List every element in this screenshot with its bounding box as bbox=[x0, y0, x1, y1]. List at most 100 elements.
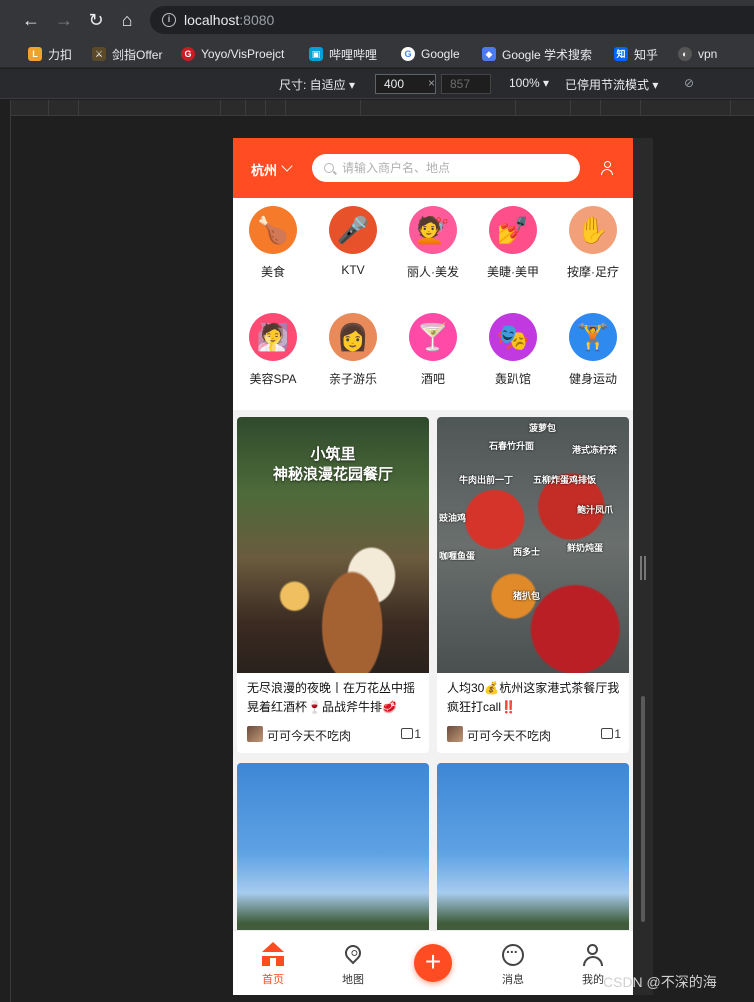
thumbs-up-icon bbox=[401, 728, 414, 739]
tab-home[interactable]: 首页 bbox=[233, 931, 313, 995]
image-tag: 牛肉出前一丁 bbox=[459, 475, 514, 485]
cocktail-icon: 🍸 bbox=[409, 313, 457, 361]
image-tag: 五柳炸蛋鸡排饭 bbox=[533, 475, 597, 485]
category-label: 美容SPA bbox=[249, 372, 297, 386]
like-button[interactable]: 1 bbox=[401, 727, 421, 741]
nail-polish-icon: 💅 bbox=[489, 206, 537, 254]
category-label: 亲子游乐 bbox=[328, 372, 377, 386]
bookmark-google[interactable]: G Google bbox=[401, 45, 460, 63]
post-image: 小筑里 神秘浪漫花园餐厅 bbox=[237, 417, 429, 673]
thumbs-up-icon bbox=[601, 728, 614, 739]
category-label: 美食 bbox=[260, 265, 285, 279]
image-tag: 咖喱鱼蛋 bbox=[439, 551, 476, 561]
rotate-icon[interactable]: ⊘ bbox=[684, 76, 694, 90]
post-title: 人均30💰杭州这家港式茶餐厅我疯狂打call‼️ bbox=[447, 681, 620, 714]
post-image: 菠萝包 石春竹升面 港式冻柠茶 牛肉出前一丁 五柳炸蛋鸡排饭 豉油鸡 鲍汁凤爪 … bbox=[437, 417, 629, 673]
resize-handle[interactable] bbox=[640, 556, 646, 580]
category-bar[interactable]: 🍸 酒吧 bbox=[393, 305, 473, 395]
bookmark-zhihu[interactable]: 知知乎 bbox=[614, 45, 658, 63]
city-selector[interactable]: 杭州 bbox=[251, 160, 277, 179]
site-info-icon[interactable]: i bbox=[162, 13, 176, 27]
viewport-height-input[interactable]: 857 bbox=[441, 74, 491, 94]
scholar-icon: ◆ bbox=[482, 47, 496, 61]
ruler bbox=[10, 100, 754, 116]
post-author: 可可今天不吃肉 bbox=[467, 729, 552, 743]
image-tag: 西多士 bbox=[513, 547, 541, 557]
category-food[interactable]: 🍗 美食 bbox=[233, 198, 313, 288]
plus-icon[interactable]: + bbox=[414, 944, 452, 982]
post-image bbox=[437, 763, 629, 930]
zhihu-icon: 知 bbox=[614, 47, 628, 61]
bilibili-icon: ▣ bbox=[309, 47, 323, 61]
bottom-tab-bar: 首页 地图 + 消息 我的 bbox=[233, 930, 633, 995]
bookmark-offer[interactable]: ⚔ 剑指Offer bbox=[92, 45, 162, 63]
app-header: 杭州 bbox=[233, 138, 633, 198]
tab-messages[interactable]: 消息 bbox=[473, 931, 553, 995]
mother-child-icon: 👩 bbox=[329, 313, 377, 361]
like-count: 1 bbox=[414, 727, 421, 741]
bookmark-leetcode[interactable]: L 力扣 bbox=[28, 45, 72, 63]
bookmark-vpn[interactable]: ◐ vpn bbox=[678, 45, 717, 63]
search-box[interactable] bbox=[312, 154, 580, 182]
hand-massage-icon: ✋ bbox=[569, 206, 617, 254]
person-icon bbox=[582, 944, 604, 966]
back-icon[interactable]: ← bbox=[20, 9, 42, 31]
search-icon bbox=[324, 163, 334, 173]
bookmark-bilibili[interactable]: ▣ 哔哩哔哩 bbox=[309, 45, 377, 63]
like-count: 1 bbox=[614, 727, 621, 741]
post-card[interactable] bbox=[437, 763, 629, 930]
forward-icon[interactable]: → bbox=[53, 9, 75, 31]
category-label: 酒吧 bbox=[420, 372, 445, 386]
zoom-dropdown[interactable]: 100% ▾ bbox=[509, 76, 549, 90]
map-pin-icon bbox=[341, 941, 365, 965]
category-label: 按摩·足疗 bbox=[567, 265, 619, 279]
image-tag: 鲜奶炖蛋 bbox=[567, 543, 604, 553]
category-ktv[interactable]: 🎤 KTV bbox=[313, 198, 393, 288]
search-input[interactable] bbox=[342, 158, 572, 178]
post-card[interactable] bbox=[237, 763, 429, 930]
bookmark-scholar[interactable]: ◆ Google 学术搜索 bbox=[482, 45, 592, 63]
tab-publish[interactable]: + bbox=[393, 931, 473, 995]
canvas-divider bbox=[10, 100, 11, 1002]
post-feed: 小筑里 神秘浪漫花园餐厅 无尽浪漫的夜晚丨在万花丛中摇晃着红酒杯🍷品战斧牛排🥩 可… bbox=[233, 410, 633, 930]
woman-hair-icon: 💇 bbox=[409, 206, 457, 254]
vpn-icon: ◐ bbox=[678, 47, 692, 61]
post-card[interactable]: 小筑里 神秘浪漫花园餐厅 无尽浪漫的夜晚丨在万花丛中摇晃着红酒杯🍷品战斧牛排🥩 可… bbox=[237, 417, 429, 753]
like-button[interactable]: 1 bbox=[601, 727, 621, 741]
avatar bbox=[247, 726, 263, 742]
user-icon[interactable] bbox=[601, 161, 613, 175]
chevron-down-icon[interactable] bbox=[281, 160, 293, 172]
microphone-icon: 🎤 bbox=[329, 206, 377, 254]
tab-label: 消息 bbox=[502, 974, 524, 986]
image-tag: 猪扒包 bbox=[513, 591, 541, 601]
category-massage[interactable]: ✋ 按摩·足疗 bbox=[553, 198, 633, 288]
category-party-hall[interactable]: 🎭 轰趴馆 bbox=[473, 305, 553, 395]
category-family-fun[interactable]: 👩 亲子游乐 bbox=[313, 305, 393, 395]
tab-label: 地图 bbox=[342, 974, 364, 986]
address-bar[interactable]: i localhost:8080 bbox=[150, 6, 754, 34]
tab-map[interactable]: 地图 bbox=[313, 931, 393, 995]
home-browser-icon[interactable]: ⌂ bbox=[116, 9, 138, 31]
post-title: 无尽浪漫的夜晚丨在万花丛中摇晃着红酒杯🍷品战斧牛排🥩 bbox=[247, 681, 416, 714]
dimensions-dropdown[interactable]: 尺寸: 自适应 ▾ bbox=[279, 76, 355, 93]
throttle-dropdown[interactable]: 已停用节流模式 ▾ bbox=[565, 76, 658, 93]
scrollbar-thumb[interactable] bbox=[641, 696, 645, 922]
image-tag: 豉油鸡 bbox=[439, 513, 467, 523]
bookmarks-bar: L 力扣 ⚔ 剑指Offer G Yoyo/VisProejct ▣ 哔哩哔哩 G Goo… bbox=[0, 40, 754, 68]
category-label: 美睫·美甲 bbox=[487, 265, 539, 279]
category-label: 健身运动 bbox=[568, 372, 617, 386]
avatar bbox=[447, 726, 463, 742]
category-lash-nail[interactable]: 💅 美睫·美甲 bbox=[473, 198, 553, 288]
post-image bbox=[237, 763, 429, 930]
url-text: localhost:8080 bbox=[184, 12, 275, 28]
reload-icon[interactable]: ↻ bbox=[85, 9, 107, 31]
category-label: 轰趴馆 bbox=[494, 372, 531, 386]
category-fitness[interactable]: 🏋 健身运动 bbox=[553, 305, 633, 395]
times-sign: × bbox=[428, 76, 436, 90]
category-spa[interactable]: 🧖 美容SPA bbox=[233, 305, 313, 395]
post-card[interactable]: 菠萝包 石春竹升面 港式冻柠茶 牛肉出前一丁 五柳炸蛋鸡排饭 豉油鸡 鲍汁凤爪 … bbox=[437, 417, 629, 753]
viewport-width-input[interactable]: 400 bbox=[375, 74, 436, 94]
category-label: 丽人·美发 bbox=[407, 265, 459, 279]
category-beauty-hair[interactable]: 💇 丽人·美发 bbox=[393, 198, 473, 288]
bookmark-gitee[interactable]: G Yoyo/VisProejct bbox=[181, 45, 284, 63]
